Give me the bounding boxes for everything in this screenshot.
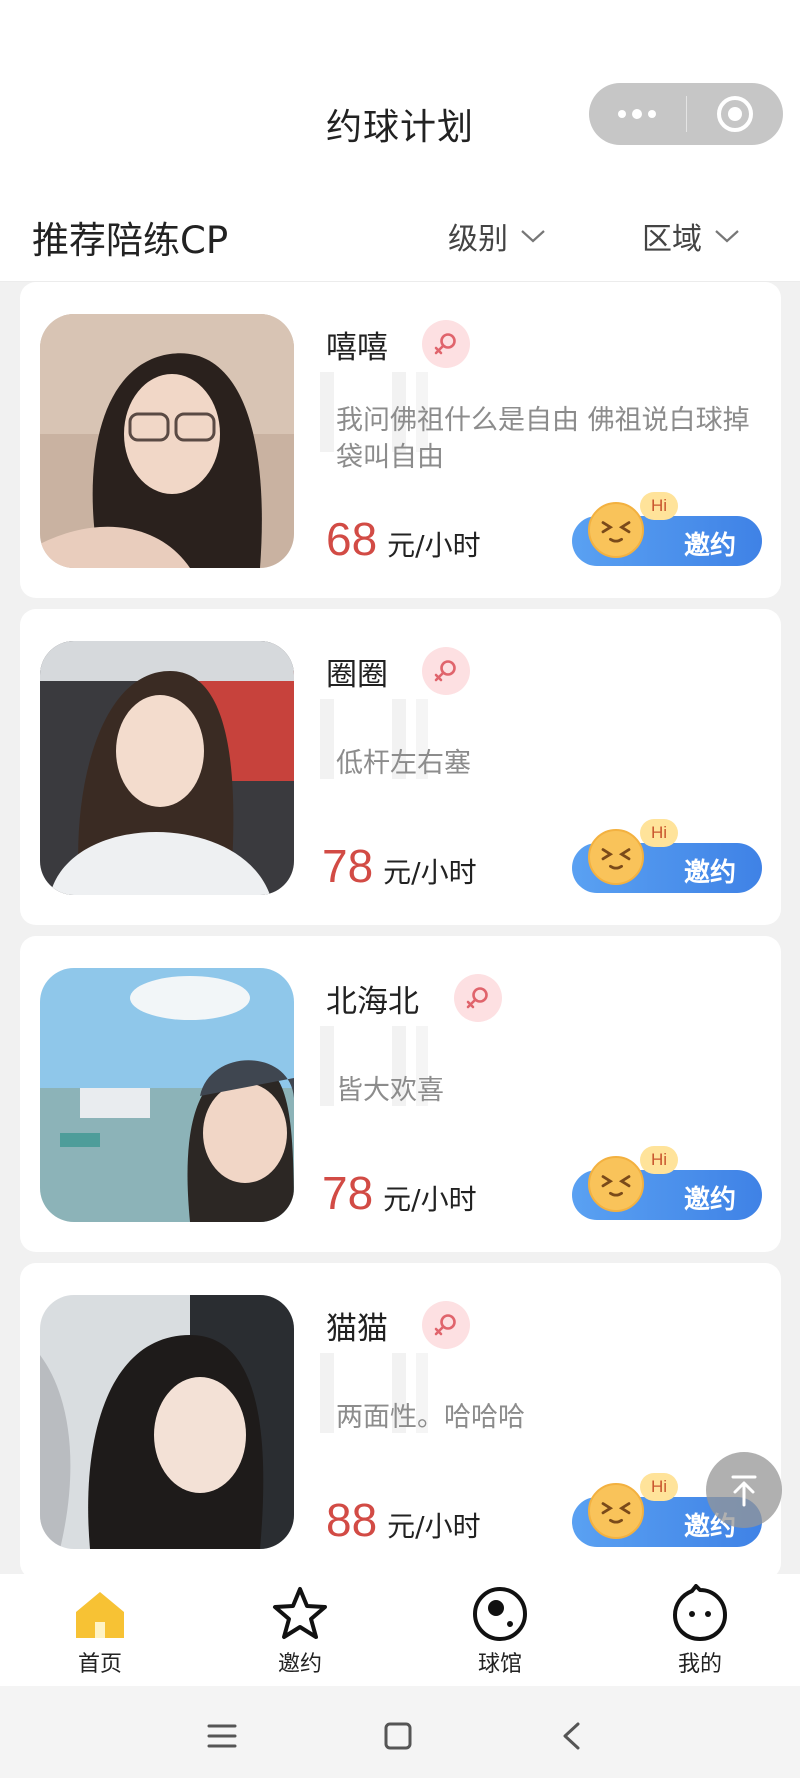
more-button[interactable] bbox=[589, 83, 686, 145]
coach-bio: 我问佛祖什么是自由 佛祖说白球掉袋叫自由 bbox=[336, 405, 750, 473]
tab-venue-label: 球馆 bbox=[477, 1652, 522, 1677]
female-icon bbox=[422, 320, 470, 368]
area-filter-label: 区域 bbox=[642, 222, 702, 257]
ball-icon bbox=[473, 1587, 527, 1641]
hi-bubble: Hi bbox=[640, 1473, 678, 1501]
chevron-down-icon bbox=[521, 230, 545, 243]
mini-program-capsule bbox=[589, 83, 783, 145]
squint-emoji-icon bbox=[588, 1156, 644, 1212]
price: 78 元/小时 bbox=[322, 1166, 477, 1220]
coach-card[interactable]: 嘻嘻 我问佛祖什么是自由 佛祖说白球掉袋叫自由 68 元/小时 Hi 邀约 bbox=[20, 282, 781, 598]
price: 78 元/小时 bbox=[322, 839, 477, 893]
squint-emoji-icon bbox=[588, 1483, 644, 1539]
price-value: 88 bbox=[326, 1494, 378, 1546]
system-navigation-bar bbox=[0, 1686, 800, 1778]
price-unit: 元/小时 bbox=[383, 856, 477, 889]
back-to-top-button[interactable] bbox=[706, 1452, 782, 1528]
price-value: 78 bbox=[322, 840, 374, 892]
price-value: 68 bbox=[326, 513, 378, 565]
bottom-tab-bar: 首页 邀约 球馆 我的 bbox=[0, 1574, 800, 1686]
hi-bubble: Hi bbox=[640, 1146, 678, 1174]
back-arrow-icon bbox=[563, 1722, 580, 1750]
coach-bio: 低杆左右塞 bbox=[336, 748, 471, 779]
level-filter-dropdown[interactable]: 级别 bbox=[448, 214, 546, 258]
chevron-down-icon bbox=[715, 230, 739, 243]
home-nav-button[interactable] bbox=[378, 1716, 418, 1756]
tab-profile-label: 我的 bbox=[677, 1652, 722, 1677]
price: 68 元/小时 bbox=[326, 512, 481, 566]
coach-photo bbox=[40, 641, 294, 895]
arrow-up-icon bbox=[731, 1475, 757, 1507]
coach-bio: 两面性。哈哈哈 bbox=[336, 1402, 525, 1433]
hi-bubble: Hi bbox=[640, 819, 678, 847]
invite-label: 邀约 bbox=[683, 531, 736, 561]
more-dots-icon bbox=[618, 109, 657, 119]
coach-card[interactable]: 北海北 皆大欢喜 78 元/小时 Hi 邀约 bbox=[20, 936, 781, 1252]
tab-home[interactable]: 首页 bbox=[40, 1584, 160, 1678]
star-icon bbox=[273, 1587, 327, 1639]
coach-card[interactable]: 猫猫 两面性。哈哈哈 88 元/小时 Hi 邀约 bbox=[20, 1263, 781, 1579]
invite-button[interactable]: Hi 邀约 bbox=[572, 1146, 762, 1220]
price-unit: 元/小时 bbox=[387, 1510, 481, 1543]
tab-profile[interactable]: 我的 bbox=[640, 1584, 760, 1678]
coach-photo bbox=[40, 1295, 294, 1549]
price: 88 元/小时 bbox=[326, 1493, 481, 1547]
coach-name: 圈圈 bbox=[326, 657, 388, 693]
home-icon bbox=[76, 1592, 124, 1638]
tab-venue[interactable]: 球馆 bbox=[440, 1584, 560, 1678]
close-mini-program-button[interactable] bbox=[687, 83, 784, 145]
coach-photo bbox=[40, 968, 294, 1222]
profile-face-icon bbox=[673, 1584, 727, 1641]
coach-name: 北海北 bbox=[326, 984, 419, 1020]
target-circle-icon bbox=[716, 96, 753, 132]
section-title: 推荐陪练CP bbox=[32, 219, 229, 262]
tab-invite[interactable]: 邀约 bbox=[240, 1584, 360, 1678]
invite-button[interactable]: Hi 邀约 bbox=[572, 492, 762, 566]
female-icon bbox=[422, 647, 470, 695]
top-bar: 约球计划 bbox=[0, 0, 800, 196]
price-value: 78 bbox=[322, 1167, 374, 1219]
hi-bubble: Hi bbox=[640, 492, 678, 520]
coach-name: 猫猫 bbox=[326, 1311, 388, 1347]
squint-emoji-icon bbox=[588, 502, 644, 558]
back-nav-button[interactable] bbox=[552, 1716, 592, 1756]
tab-home-label: 首页 bbox=[77, 1652, 122, 1677]
coach-bio: 皆大欢喜 bbox=[336, 1075, 444, 1106]
invite-label: 邀约 bbox=[683, 1185, 736, 1215]
level-filter-label: 级别 bbox=[448, 222, 508, 257]
invite-label: 邀约 bbox=[683, 858, 736, 888]
filter-bar: 推荐陪练CP 级别 区域 bbox=[0, 196, 800, 282]
price-unit: 元/小时 bbox=[387, 529, 481, 562]
coach-card[interactable]: 圈圈 低杆左右塞 78 元/小时 Hi 邀约 bbox=[20, 609, 781, 925]
square-icon bbox=[384, 1722, 412, 1750]
area-filter-dropdown[interactable]: 区域 bbox=[642, 214, 740, 258]
tab-invite-label: 邀约 bbox=[277, 1652, 322, 1677]
invite-button[interactable]: Hi 邀约 bbox=[572, 819, 762, 893]
squint-emoji-icon bbox=[588, 829, 644, 885]
hamburger-icon bbox=[207, 1724, 237, 1748]
coach-name: 嘻嘻 bbox=[326, 330, 388, 366]
menu-nav-button[interactable] bbox=[202, 1716, 242, 1756]
female-icon bbox=[454, 974, 502, 1022]
price-unit: 元/小时 bbox=[383, 1183, 477, 1216]
coach-photo bbox=[40, 314, 294, 568]
female-icon bbox=[422, 1301, 470, 1349]
